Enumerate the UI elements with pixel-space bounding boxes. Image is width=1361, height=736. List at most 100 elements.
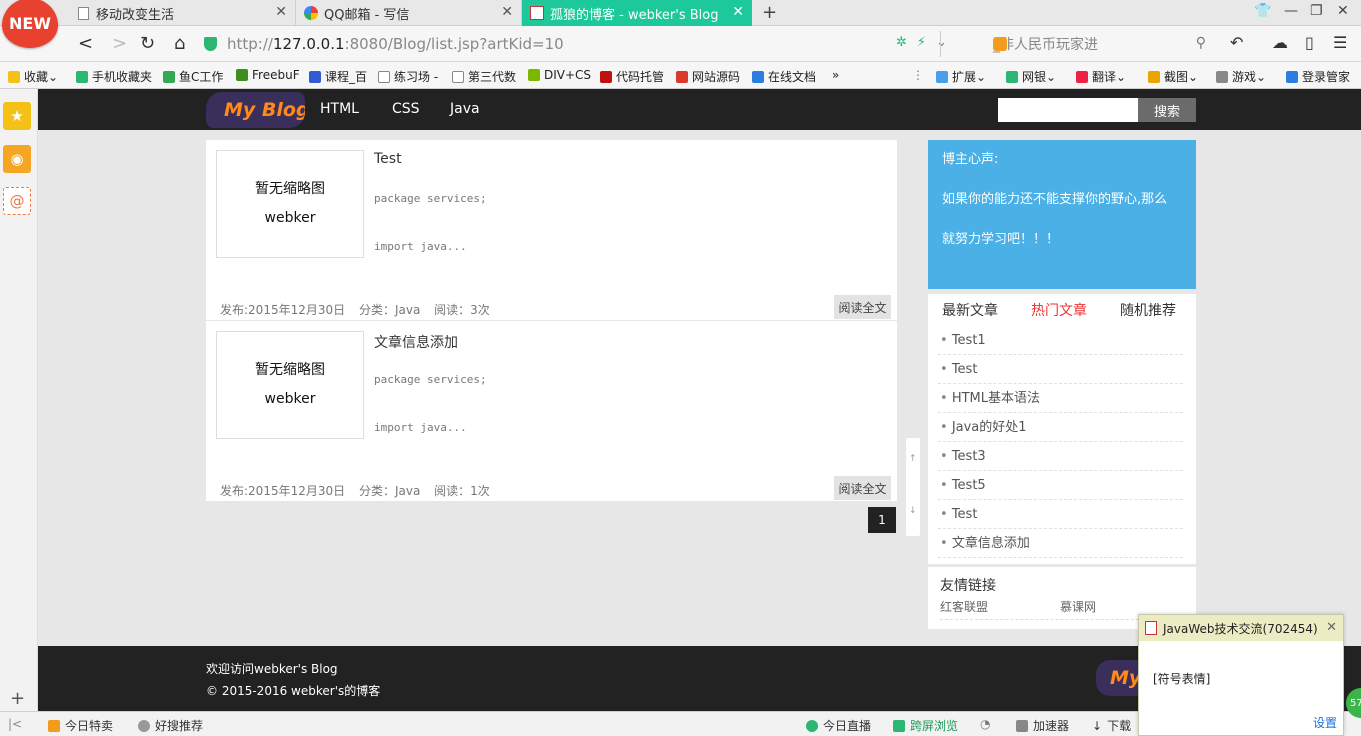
pagination-current-page[interactable]: 1 — [868, 507, 896, 533]
read-more-button[interactable]: 阅读全文 — [834, 476, 891, 500]
bookmarks-bar: 收藏 ⌄ 手机收藏夹 鱼C工作 FreebuF 课程_百 练习场 - 第三代数 D… — [0, 62, 1361, 89]
close-icon[interactable]: ✕ — [1326, 620, 1337, 635]
nav-link-java[interactable]: Java — [450, 101, 480, 117]
qq-message-popup[interactable]: JavaWeb技术交流(702454) ✕ [符号表情] 设置 — [1138, 614, 1344, 736]
document-icon — [378, 70, 390, 83]
bookmarks-more[interactable]: » — [832, 68, 839, 82]
bookmark-item[interactable]: 手机收藏夹 — [76, 68, 152, 85]
blog-logo[interactable]: My Blog — [206, 92, 305, 128]
article-thumbnail[interactable]: 暂无缩略图 webker — [216, 331, 364, 439]
bookmark-item[interactable]: 第三代数 — [452, 68, 516, 85]
undo-icon[interactable]: ↶ — [1230, 33, 1243, 52]
forward-icon[interactable]: > — [112, 33, 127, 54]
list-item[interactable]: Java的好处1 — [938, 413, 1183, 442]
status-live[interactable]: 今日直播 — [806, 717, 871, 734]
friend-link[interactable]: 红客联盟 — [940, 598, 988, 615]
extension-item[interactable]: 扩展 ⌄ — [936, 68, 986, 85]
tab-random-articles[interactable]: 随机推荐 — [1120, 300, 1176, 320]
list-item[interactable]: 文章信息添加 — [938, 529, 1183, 558]
popup-message[interactable]: [符号表情] — [1153, 670, 1210, 687]
skin-icon[interactable]: 👕 — [1254, 3, 1271, 19]
bookmark-item[interactable]: 代码托管 — [600, 68, 664, 85]
tab-qqmail[interactable]: QQ邮箱 - 写信 ✕ — [296, 0, 522, 26]
history-icon[interactable]: ◔ — [980, 717, 990, 731]
friend-link[interactable]: 慕课网 — [1060, 598, 1096, 615]
add-icon[interactable]: + — [10, 688, 25, 709]
bookmark-item[interactable]: FreebuF — [236, 68, 300, 82]
article-title[interactable]: 文章信息添加 — [374, 332, 458, 352]
new-badge[interactable]: NEW — [2, 0, 58, 48]
list-item[interactable]: Test3 — [938, 442, 1183, 471]
list-item[interactable]: Test1 — [938, 326, 1183, 355]
list-item[interactable]: Test — [938, 355, 1183, 384]
status-recommend[interactable]: 好搜推荐 — [138, 717, 203, 734]
a-icon — [528, 69, 540, 81]
site-search-button[interactable]: 搜索 — [1138, 98, 1196, 122]
extension-item[interactable]: 翻译 ⌄ — [1076, 68, 1126, 85]
popup-settings-link[interactable]: 设置 — [1313, 714, 1337, 731]
star-icon[interactable]: ★ — [3, 102, 31, 130]
tab-latest-articles[interactable]: 最新文章 — [942, 300, 998, 320]
close-icon[interactable]: ✕ — [501, 4, 513, 20]
site-search-input[interactable] — [998, 98, 1138, 122]
article-category[interactable]: 分类：Java — [359, 303, 420, 317]
qqmail-icon — [304, 6, 318, 20]
reload-icon[interactable]: ↻ — [140, 33, 155, 54]
maximize-icon[interactable]: ❐ — [1310, 3, 1323, 19]
new-tab-button[interactable]: + — [762, 2, 777, 23]
bookmark-item[interactable]: 鱼C工作 — [163, 68, 223, 85]
cloud-icon[interactable]: ☁ — [1272, 33, 1288, 52]
status-accelerator[interactable]: 加速器 — [1016, 717, 1069, 734]
list-item[interactable]: Test — [938, 500, 1183, 529]
bookmark-favorites[interactable]: 收藏 ⌄ — [8, 68, 58, 85]
phone-icon — [76, 70, 88, 83]
close-icon[interactable]: ✕ — [275, 4, 287, 20]
lightning-icon[interactable]: ⚡ — [917, 35, 926, 50]
back-icon[interactable]: < — [78, 33, 93, 54]
dot-icon — [138, 719, 150, 732]
scroll-up-icon[interactable]: ↑ — [909, 454, 917, 464]
scroll-down-icon[interactable]: ↓ — [909, 506, 917, 516]
list-item[interactable]: Test5 — [938, 471, 1183, 500]
search-box[interactable]: _非人民币玩家进 ⚲ — [940, 31, 1212, 57]
read-more-button[interactable]: 阅读全文 — [834, 295, 891, 319]
url-input[interactable]: http://127.0.0.1:8080/Blog/list.jsp?artK… — [204, 31, 939, 57]
menu-icon[interactable]: ☰ — [1333, 33, 1347, 52]
window-close-icon[interactable]: ✕ — [1337, 3, 1349, 19]
bookmark-item[interactable]: 网站源码 — [676, 68, 740, 85]
extension-item[interactable]: 截图 ⌄ — [1148, 68, 1198, 85]
extension-item[interactable]: 网银 ⌄ — [1006, 68, 1056, 85]
bookmark-item[interactable]: 在线文档 — [752, 68, 816, 85]
footer-copyright: © 2015-2016 webker's的博客 — [206, 684, 381, 698]
phone-icon[interactable]: ▯ — [1305, 33, 1314, 52]
mail-at-icon[interactable]: @ — [3, 187, 31, 215]
home-icon[interactable]: ⌂ — [174, 33, 185, 54]
tab-hot-articles[interactable]: 热门文章 — [1031, 300, 1087, 320]
close-icon[interactable]: ✕ — [732, 4, 744, 20]
more-vertical-icon[interactable]: ⋮ — [912, 68, 924, 82]
bookmark-item[interactable]: DIV+CS — [528, 68, 591, 82]
sidebar-toggle-icon[interactable]: |< — [8, 717, 22, 731]
list-item[interactable]: HTML基本语法 — [938, 384, 1183, 413]
tab-mobile[interactable]: 移动改变生活 ✕ — [70, 0, 296, 26]
bookmark-item[interactable]: 课程_百 — [309, 68, 367, 85]
article-category[interactable]: 分类：Java — [359, 484, 420, 498]
nav-link-html[interactable]: HTML — [320, 101, 359, 117]
scroll-widget[interactable]: ↑ ↓ — [906, 438, 920, 536]
puzzle-icon — [936, 70, 948, 83]
bookmark-item[interactable]: 练习场 - — [378, 68, 438, 85]
tab-blog[interactable]: 孤狼的博客 - webker's Blog ✕ — [522, 0, 752, 26]
article-thumbnail[interactable]: 暂无缩略图 webker — [216, 150, 364, 258]
nav-link-css[interactable]: CSS — [392, 101, 420, 117]
status-deals[interactable]: 今日特卖 — [48, 717, 113, 734]
status-cross-screen[interactable]: 跨屏浏览 — [893, 717, 958, 734]
extension-item[interactable]: 游戏 ⌄ — [1216, 68, 1266, 85]
extension-item[interactable]: 登录管家 — [1286, 68, 1350, 85]
search-icon[interactable]: ⚲ — [1196, 35, 1206, 51]
article-list: Test1 Test HTML基本语法 Java的好处1 Test3 Test5… — [938, 326, 1183, 558]
article-title[interactable]: Test — [374, 151, 402, 167]
status-download[interactable]: ↓ 下载 — [1092, 717, 1131, 734]
minimize-icon[interactable]: — — [1284, 3, 1298, 19]
weibo-icon[interactable]: ◉ — [3, 145, 31, 173]
gear-icon[interactable]: ✲ — [896, 35, 907, 50]
